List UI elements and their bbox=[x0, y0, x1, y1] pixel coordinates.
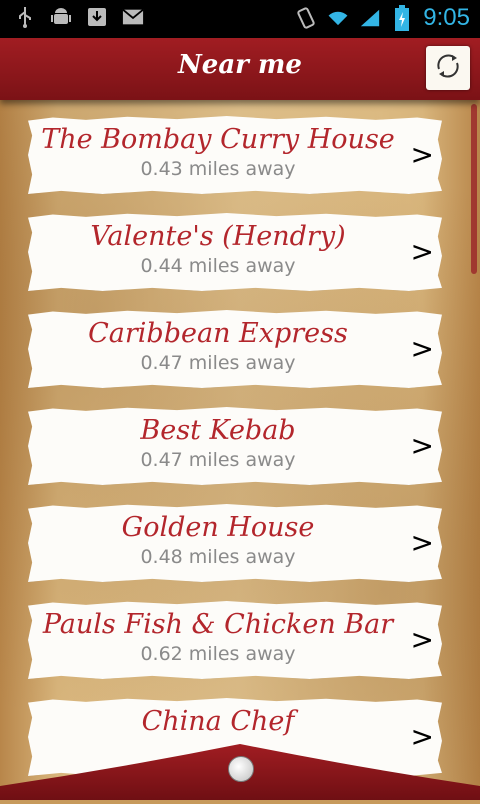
notification-icons bbox=[14, 6, 144, 28]
app-header: Near me bbox=[0, 38, 480, 100]
restaurant-distance: 0.47 miles away bbox=[140, 449, 296, 471]
gmail-icon bbox=[122, 6, 144, 28]
list-item[interactable]: Best Kebab 0.47 miles away > bbox=[28, 407, 442, 485]
restaurant-distance: 0.44 miles away bbox=[140, 255, 296, 277]
chevron-right-icon: > bbox=[410, 526, 434, 559]
chevron-right-icon: > bbox=[410, 332, 434, 365]
system-icons: 9:05 bbox=[295, 4, 470, 32]
list-item[interactable]: Golden House 0.48 miles away > bbox=[28, 504, 442, 582]
status-bar: 9:05 bbox=[0, 0, 480, 38]
usb-icon bbox=[14, 6, 36, 28]
chevron-right-icon: > bbox=[410, 235, 434, 268]
restaurant-name: The Bombay Curry House bbox=[41, 124, 395, 155]
chevron-right-icon: > bbox=[410, 138, 434, 171]
android-icon bbox=[50, 6, 72, 28]
restaurant-name: China Chef bbox=[141, 706, 295, 737]
download-icon bbox=[86, 6, 108, 28]
restaurant-distance: 0.43 miles away bbox=[140, 158, 296, 180]
list-item[interactable]: Valente's (Hendry) 0.44 miles away > bbox=[28, 213, 442, 291]
signal-icon bbox=[359, 7, 381, 29]
wifi-icon bbox=[327, 7, 349, 29]
battery-icon bbox=[391, 5, 413, 31]
list-item[interactable]: Pauls Fish & Chicken Bar 0.62 miles away… bbox=[28, 601, 442, 679]
restaurant-name: Best Kebab bbox=[140, 415, 296, 446]
list-item[interactable]: Caribbean Express 0.47 miles away > bbox=[28, 310, 442, 388]
page-title: Near me bbox=[178, 50, 302, 80]
vibrate-icon bbox=[295, 7, 317, 29]
refresh-button[interactable] bbox=[426, 46, 470, 90]
drawer-knob-icon[interactable] bbox=[228, 756, 254, 782]
restaurant-name: Pauls Fish & Chicken Bar bbox=[42, 609, 394, 640]
restaurant-distance: 0.47 miles away bbox=[140, 352, 296, 374]
clock: 9:05 bbox=[423, 4, 470, 31]
scrollbar[interactable] bbox=[471, 104, 477, 274]
list-item[interactable]: The Bombay Curry House 0.43 miles away > bbox=[28, 116, 442, 194]
refresh-icon bbox=[431, 49, 465, 87]
chevron-right-icon: > bbox=[410, 429, 434, 462]
restaurant-distance: 0.62 miles away bbox=[140, 643, 296, 665]
restaurant-name: Valente's (Hendry) bbox=[90, 221, 346, 252]
restaurant-name: Caribbean Express bbox=[88, 318, 348, 349]
chevron-right-icon: > bbox=[410, 623, 434, 656]
restaurant-distance: 0.48 miles away bbox=[140, 546, 296, 568]
restaurant-name: Golden House bbox=[121, 512, 315, 543]
